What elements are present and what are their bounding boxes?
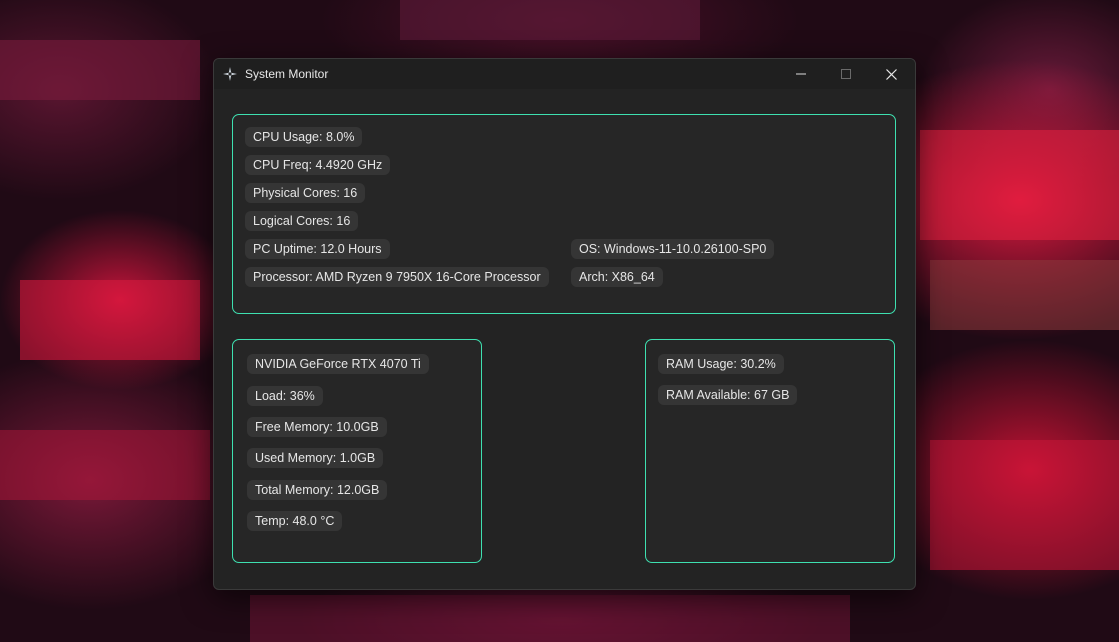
minimize-button[interactable] bbox=[778, 59, 824, 89]
wallpaper-blob bbox=[250, 595, 850, 642]
maximize-icon bbox=[841, 69, 851, 79]
ram-available-label: RAM Available: 67 GB bbox=[658, 385, 798, 405]
uptime-label: PC Uptime: 12.0 Hours bbox=[245, 239, 390, 259]
cpu-freq-label: CPU Freq: 4.4920 GHz bbox=[245, 155, 391, 175]
wallpaper-blob bbox=[20, 280, 200, 360]
logical-cores-label: Logical Cores: 16 bbox=[245, 211, 359, 231]
cpu-usage-label: CPU Usage: 8.0% bbox=[245, 127, 363, 147]
ram-info-panel: RAM Usage: 30.2% RAM Available: 67 GB bbox=[645, 339, 895, 563]
processor-label: Processor: AMD Ryzen 9 7950X 16-Core Pro… bbox=[245, 267, 549, 287]
maximize-button[interactable] bbox=[823, 59, 869, 89]
gpu-total-memory-label: Total Memory: 12.0GB bbox=[247, 480, 388, 500]
close-icon bbox=[885, 68, 897, 80]
wallpaper-blob bbox=[930, 260, 1119, 330]
system-monitor-window: System Monitor CPU Usage: 8.0% CPU Freq:… bbox=[213, 58, 916, 590]
title-bar[interactable]: System Monitor bbox=[214, 59, 915, 89]
window-title: System Monitor bbox=[245, 67, 329, 81]
gpu-info-panel: NVIDIA GeForce RTX 4070 Ti Load: 36% Fre… bbox=[232, 339, 482, 563]
gpu-name-label: NVIDIA GeForce RTX 4070 Ti bbox=[247, 354, 429, 374]
wallpaper-blob bbox=[930, 440, 1119, 570]
minimize-icon bbox=[796, 73, 806, 75]
os-label: OS: Windows-11-10.0.26100-SP0 bbox=[571, 239, 775, 259]
ram-usage-label: RAM Usage: 30.2% bbox=[658, 354, 784, 374]
gpu-used-memory-label: Used Memory: 1.0GB bbox=[247, 448, 384, 468]
arch-label: Arch: X86_64 bbox=[571, 267, 663, 287]
wallpaper-blob bbox=[400, 0, 700, 40]
fan-icon bbox=[222, 66, 238, 82]
close-button[interactable] bbox=[868, 59, 914, 89]
wallpaper-blob bbox=[920, 130, 1119, 240]
gpu-free-memory-label: Free Memory: 10.0GB bbox=[247, 417, 387, 437]
wallpaper-blob bbox=[0, 430, 210, 500]
cpu-info-panel: CPU Usage: 8.0% CPU Freq: 4.4920 GHz Phy… bbox=[232, 114, 896, 314]
gpu-temp-label: Temp: 48.0 °C bbox=[247, 511, 343, 531]
gpu-load-label: Load: 36% bbox=[247, 386, 323, 406]
physical-cores-label: Physical Cores: 16 bbox=[245, 183, 366, 203]
wallpaper-blob bbox=[0, 40, 200, 100]
